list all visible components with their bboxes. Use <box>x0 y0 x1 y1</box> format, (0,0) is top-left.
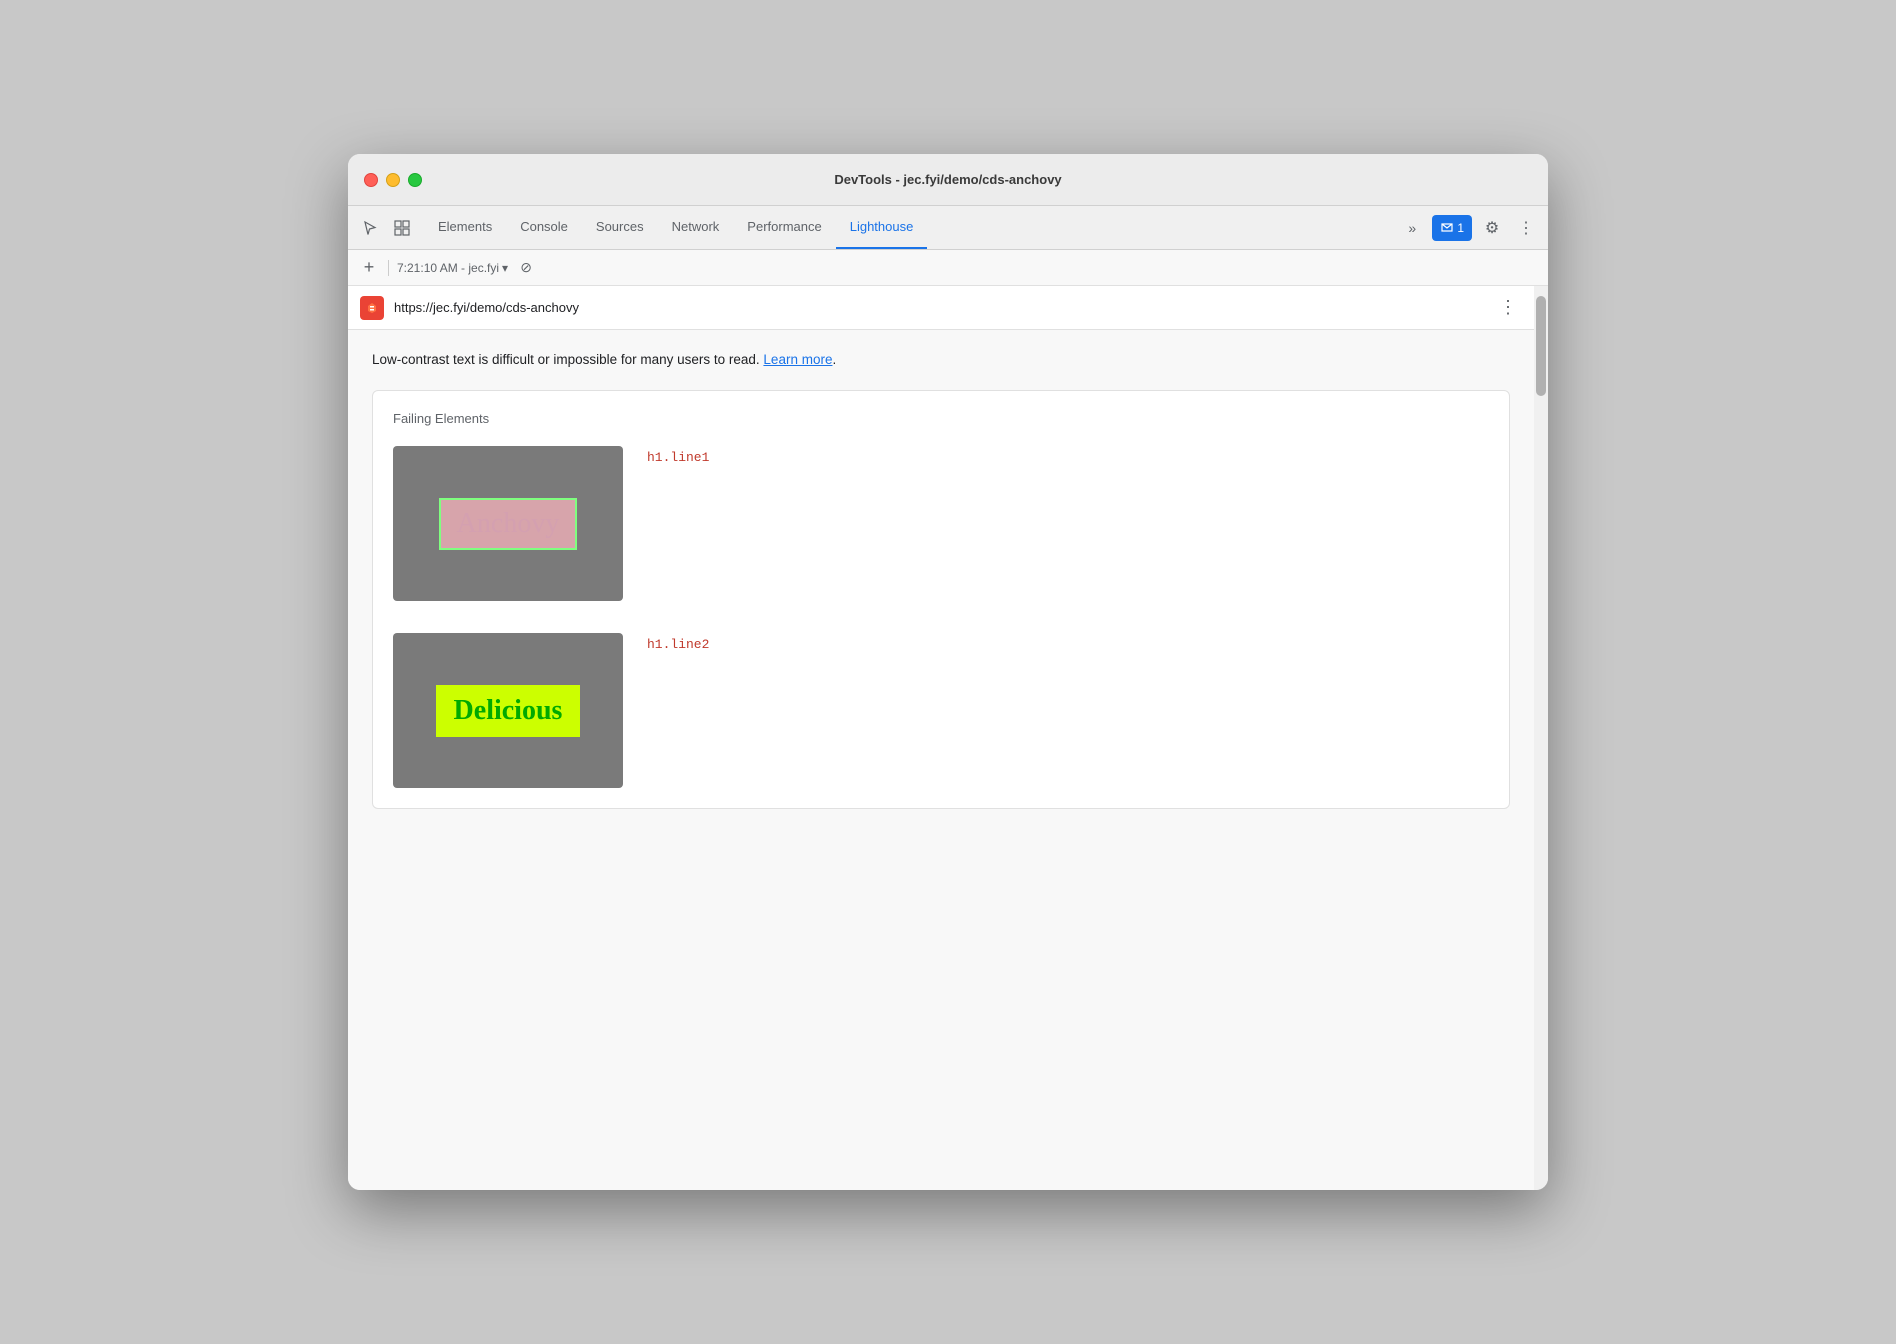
inspect-icon-btn[interactable] <box>388 214 416 242</box>
devtools-toolbar: Elements Console Sources Network Perform… <box>348 206 1548 250</box>
traffic-lights <box>364 173 422 187</box>
session-time-label: 7:21:10 AM - jec.fyi <box>397 261 499 275</box>
dropdown-icon: ▾ <box>502 261 508 275</box>
lighthouse-icon <box>360 296 384 320</box>
delicious-text: Delicious <box>454 695 563 726</box>
url-more-button[interactable]: ⋮ <box>1494 294 1522 322</box>
gear-icon: ⚙ <box>1485 218 1499 238</box>
failing-elements-title: Failing Elements <box>393 411 1489 426</box>
session-dropdown[interactable]: 7:21:10 AM - jec.fyi ▾ <box>397 261 508 275</box>
element-selector-anchovy[interactable]: h1.line1 <box>647 446 709 465</box>
url-display: https://jec.fyi/demo/cds-anchovy <box>394 300 1484 315</box>
info-text-before-link: Low-contrast text is difficult or imposs… <box>372 352 763 367</box>
tab-elements[interactable]: Elements <box>424 206 506 249</box>
url-more-icon: ⋮ <box>1499 297 1517 318</box>
devtools-window: DevTools - jec.fyi/demo/cds-anchovy Elem <box>348 154 1548 1190</box>
notifications-button[interactable]: 1 <box>1432 215 1472 241</box>
scroll-thumb[interactable] <box>1536 296 1546 396</box>
tab-sources[interactable]: Sources <box>582 206 658 249</box>
add-session-button[interactable]: + <box>358 257 380 279</box>
more-tabs-button[interactable]: » <box>1398 214 1426 242</box>
content-area: https://jec.fyi/demo/cds-anchovy ⋮ Low-c… <box>348 286 1534 1190</box>
minimize-button[interactable] <box>386 173 400 187</box>
anchovy-text: Anchovy <box>457 508 560 539</box>
toolbar-separator <box>388 260 389 276</box>
block-icon: ⊘ <box>520 259 532 276</box>
more-menu-button[interactable]: ⋮ <box>1512 214 1540 242</box>
element-selector-delicious[interactable]: h1.line2 <box>647 633 709 652</box>
info-paragraph: Low-contrast text is difficult or imposs… <box>372 350 1510 370</box>
element-row-anchovy: Anchovy h1.line1 <box>393 446 1489 601</box>
window-title: DevTools - jec.fyi/demo/cds-anchovy <box>834 172 1061 187</box>
toolbar-right: » 1 ⚙ ⋮ <box>1398 214 1540 242</box>
title-bar: DevTools - jec.fyi/demo/cds-anchovy <box>348 154 1548 206</box>
session-info: 7:21:10 AM - jec.fyi ▾ <box>397 261 508 275</box>
delicious-preview-box: Delicious <box>436 685 581 737</box>
main-content: Low-contrast text is difficult or imposs… <box>348 330 1534 1190</box>
close-button[interactable] <box>364 173 378 187</box>
info-text-period: . <box>832 352 836 367</box>
toolbar-tabs: Elements Console Sources Network Perform… <box>424 206 1390 249</box>
element-preview-anchovy: Anchovy <box>393 446 623 601</box>
tab-console[interactable]: Console <box>506 206 582 249</box>
learn-more-link[interactable]: Learn more <box>763 352 832 367</box>
failing-elements-card: Failing Elements Anchovy h1.line1 <box>372 390 1510 809</box>
maximize-button[interactable] <box>408 173 422 187</box>
settings-button[interactable]: ⚙ <box>1478 214 1506 242</box>
scroll-track[interactable] <box>1534 286 1548 1190</box>
secondary-toolbar: + 7:21:10 AM - jec.fyi ▾ ⊘ <box>348 250 1548 286</box>
anchovy-preview-box: Anchovy <box>439 498 578 550</box>
element-row-delicious: Delicious h1.line2 <box>393 633 1489 788</box>
tab-performance[interactable]: Performance <box>733 206 835 249</box>
url-bar: https://jec.fyi/demo/cds-anchovy ⋮ <box>348 286 1534 330</box>
session-block-button[interactable]: ⊘ <box>516 258 536 278</box>
tab-lighthouse[interactable]: Lighthouse <box>836 206 928 249</box>
plus-icon: + <box>364 257 375 278</box>
cursor-icon-btn[interactable] <box>356 214 384 242</box>
toolbar-icons <box>356 214 416 242</box>
window-body: https://jec.fyi/demo/cds-anchovy ⋮ Low-c… <box>348 286 1548 1190</box>
tab-network[interactable]: Network <box>658 206 734 249</box>
more-icon: ⋮ <box>1518 218 1534 238</box>
element-preview-delicious: Delicious <box>393 633 623 788</box>
